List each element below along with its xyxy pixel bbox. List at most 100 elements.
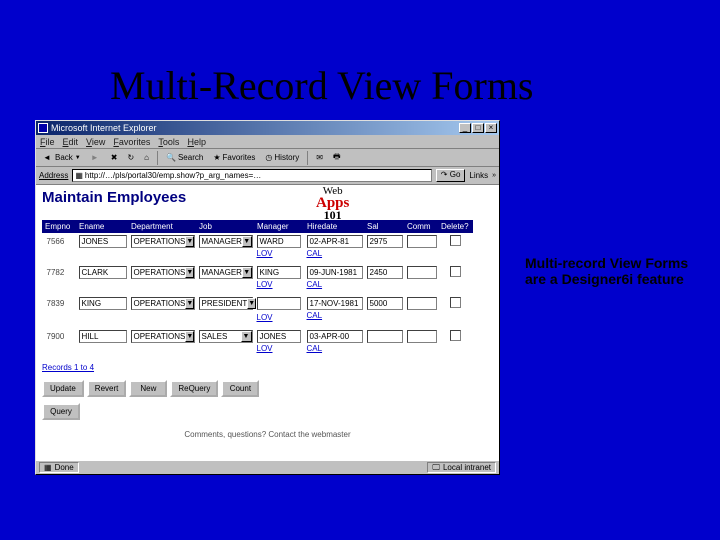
print-icon: 🖶 — [333, 151, 341, 165]
job-select[interactable]: SALES▼ — [199, 330, 253, 343]
delete-checkbox[interactable] — [450, 297, 461, 308]
empno-field: 7839 — [45, 297, 75, 310]
dept-select[interactable]: OPERATIONS▼ — [131, 235, 195, 248]
lov-link[interactable]: LOV — [257, 280, 303, 289]
chevron-down-icon[interactable]: ▼ — [185, 236, 194, 247]
mail-button[interactable]: ✉ — [312, 151, 327, 165]
home-button[interactable]: ⌂ — [140, 151, 153, 165]
stop-button[interactable]: ✖ — [107, 151, 122, 165]
delete-checkbox[interactable] — [450, 235, 461, 246]
chevron-down-icon[interactable]: ▼ — [185, 267, 194, 278]
lov-link[interactable]: LOV — [257, 344, 303, 353]
dept-select[interactable]: OPERATIONS▼ — [131, 266, 195, 279]
hiredate-field[interactable]: 03-APR-00 — [307, 330, 363, 343]
chevron-down-icon[interactable]: ▼ — [241, 331, 252, 342]
menu-edit[interactable]: Edit — [63, 137, 79, 147]
comm-field[interactable] — [407, 330, 437, 343]
requery-button[interactable]: ReQuery — [170, 380, 218, 397]
address-bar: Address ▦ http://…/pls/portal30/emp.show… — [36, 167, 499, 185]
dept-select[interactable]: OPERATIONS▼ — [131, 297, 195, 310]
favorites-button[interactable]: ★ Favorites — [209, 151, 259, 165]
print-button[interactable]: 🖶 — [329, 151, 345, 165]
sal-field[interactable]: 2975 — [367, 235, 403, 248]
done-icon: ▦ — [44, 463, 52, 472]
cal-link[interactable]: CAL — [307, 344, 363, 353]
maximize-button[interactable]: □ — [472, 123, 484, 133]
new-button[interactable]: New — [129, 380, 167, 397]
job-select[interactable]: MANAGER▼ — [199, 266, 253, 279]
menu-favorites[interactable]: Favorites — [113, 137, 150, 147]
delete-checkbox[interactable] — [450, 266, 461, 277]
minimize-button[interactable]: _ — [459, 123, 471, 133]
cal-link[interactable]: CAL — [307, 311, 363, 320]
mgr-field[interactable] — [257, 297, 301, 310]
links-label[interactable]: Links — [469, 171, 488, 180]
menu-bar: File Edit View Favorites Tools Help — [36, 135, 499, 149]
ename-field[interactable]: KING — [79, 297, 127, 310]
lov-link[interactable]: LOV — [257, 249, 303, 258]
cal-link[interactable]: CAL — [307, 249, 363, 258]
webapps101-logo: Web Apps 101 — [316, 187, 349, 221]
back-button[interactable]: ◄ Back ▼ — [39, 151, 85, 165]
window-title: Microsoft Internet Explorer — [51, 123, 459, 133]
delete-checkbox[interactable] — [450, 330, 461, 341]
empno-field: 7566 — [45, 235, 75, 248]
mgr-field[interactable]: JONES — [257, 330, 301, 343]
forward-button[interactable]: ► — [87, 151, 105, 165]
col-mgr: Manager — [255, 221, 305, 233]
menu-file[interactable]: File — [40, 137, 55, 147]
job-select[interactable]: PRESIDENT▼ — [199, 297, 253, 310]
home-icon: ⌂ — [144, 153, 149, 162]
chevron-down-icon[interactable]: ▼ — [185, 298, 194, 309]
history-button[interactable]: ◷ History — [261, 151, 303, 165]
chevron-right-icon[interactable]: » — [492, 172, 496, 179]
comm-field[interactable] — [407, 235, 437, 248]
col-comm: Comm — [405, 221, 439, 233]
search-icon: 🔍 — [166, 153, 176, 162]
chevron-down-icon[interactable]: ▼ — [242, 236, 252, 247]
revert-button[interactable]: Revert — [87, 380, 127, 397]
refresh-icon: ↻ — [127, 153, 134, 162]
menu-help[interactable]: Help — [187, 137, 206, 147]
col-hiredate: Hiredate — [305, 221, 365, 233]
sal-field[interactable]: 2450 — [367, 266, 403, 279]
cal-link[interactable]: CAL — [307, 280, 363, 289]
chevron-down-icon[interactable]: ▼ — [247, 298, 256, 309]
col-dept: Department — [129, 221, 197, 233]
job-select[interactable]: MANAGER▼ — [199, 235, 253, 248]
chevron-down-icon[interactable]: ▼ — [185, 331, 194, 342]
ename-field[interactable]: JONES — [79, 235, 127, 248]
status-zone: 🖵 Local intranet — [427, 462, 496, 473]
hiredate-field[interactable]: 17-NOV-1981 — [307, 297, 363, 310]
comm-field[interactable] — [407, 297, 437, 310]
back-arrow-icon: ◄ — [43, 153, 53, 163]
slide-caption: Multi-record View Forms are a Designer6i… — [525, 255, 695, 287]
page-heading: Maintain Employees — [42, 189, 493, 206]
address-input[interactable]: ▦ http://…/pls/portal30/emp.show?p_arg_n… — [72, 169, 431, 182]
count-button[interactable]: Count — [221, 380, 259, 397]
hiredate-field[interactable]: 02-APR-81 — [307, 235, 363, 248]
menu-tools[interactable]: Tools — [158, 137, 179, 147]
menu-view[interactable]: View — [86, 137, 105, 147]
sal-field[interactable]: 5000 — [367, 297, 403, 310]
ename-field[interactable]: CLARK — [79, 266, 127, 279]
refresh-button[interactable]: ↻ — [123, 151, 138, 165]
chevron-down-icon[interactable]: ▼ — [242, 267, 252, 278]
ename-field[interactable]: HILL — [79, 330, 127, 343]
mgr-field[interactable]: WARD — [257, 235, 301, 248]
query-button[interactable]: Query — [42, 403, 80, 420]
sal-field[interactable] — [367, 330, 403, 343]
update-button[interactable]: Update — [42, 380, 84, 397]
col-sal: Sal — [365, 221, 405, 233]
search-button[interactable]: 🔍 Search — [162, 151, 207, 165]
lov-link[interactable]: LOV — [257, 313, 303, 322]
go-button[interactable]: ↷ Go — [436, 169, 466, 182]
mgr-field[interactable]: KING — [257, 266, 301, 279]
comm-field[interactable] — [407, 266, 437, 279]
hiredate-field[interactable]: 09-JUN-1981 — [307, 266, 363, 279]
forward-arrow-icon: ► — [91, 153, 101, 163]
close-button[interactable]: × — [485, 123, 497, 133]
empno-field: 7782 — [45, 266, 75, 279]
page-icon: ▦ — [75, 171, 83, 180]
dept-select[interactable]: OPERATIONS▼ — [131, 330, 195, 343]
